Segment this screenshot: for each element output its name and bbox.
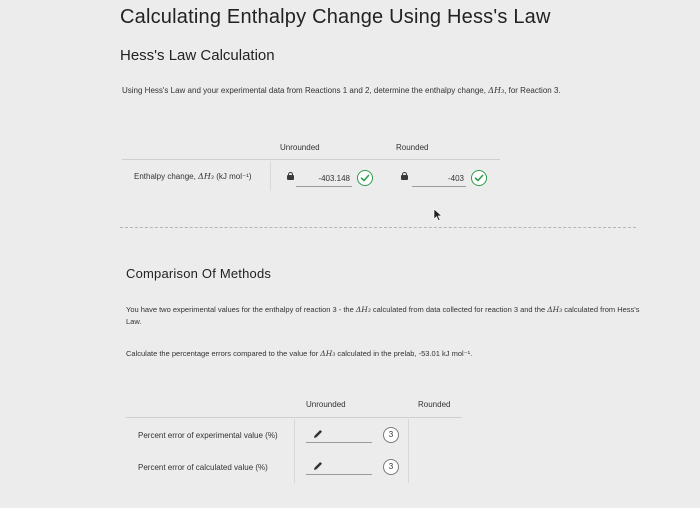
table1-row-label: Enthalpy change, ΔH₃ (kJ mol⁻¹)	[134, 172, 252, 181]
lock-icon	[401, 172, 408, 180]
significant-figures-badge: 3	[383, 459, 399, 475]
para1-math2: ΔH₃	[547, 305, 563, 314]
table2-top-border	[126, 417, 462, 418]
rounded-value: -403	[447, 174, 464, 183]
instruction-pre: Using Hess's Law and your experimental d…	[122, 86, 489, 95]
unrounded-value: -403.148	[318, 174, 350, 183]
section-title: Hess's Law Calculation	[120, 47, 275, 64]
pencil-icon[interactable]	[312, 428, 324, 440]
table1-col-divider	[270, 161, 271, 191]
experimental-error-input[interactable]	[306, 442, 372, 443]
section-divider	[120, 227, 636, 228]
para2-math: ΔH₃	[320, 349, 336, 358]
comparison-paragraph-1: You have two experimental values for the…	[126, 304, 646, 328]
comparison-title: Comparison Of Methods	[126, 266, 272, 281]
table2-col-divider	[408, 419, 409, 483]
comparison-paragraph-2: Calculate the percentage errors compared…	[126, 348, 646, 360]
check-icon	[357, 170, 373, 186]
table1-top-border	[122, 159, 500, 160]
lock-icon	[287, 172, 294, 180]
table2-header-unrounded: Unrounded	[306, 400, 346, 409]
row-label-unit: (kJ mol⁻¹)	[214, 172, 252, 181]
para1-mid: calculated from data collected for react…	[370, 305, 548, 314]
mouse-cursor-icon	[433, 208, 443, 221]
unrounded-field-underline	[296, 186, 352, 187]
rounded-field-underline	[412, 186, 466, 187]
para1-math1: ΔH₃	[355, 305, 371, 314]
significant-figures-badge: 3	[383, 427, 399, 443]
table2-row-label: Percent error of calculated value (%)	[138, 463, 268, 472]
para1-pre: You have two experimental values for the…	[126, 305, 356, 314]
calculated-error-input[interactable]	[306, 474, 372, 475]
table2-header-rounded: Rounded	[418, 400, 451, 409]
instruction-math: ΔH₃	[488, 86, 505, 95]
instruction-text: Using Hess's Law and your experimental d…	[122, 86, 561, 95]
pencil-icon[interactable]	[312, 460, 324, 472]
row-label-math: ΔH₃	[198, 172, 215, 181]
table2-col-divider	[294, 419, 295, 483]
check-icon	[471, 170, 487, 186]
row-label-pre: Enthalpy change,	[134, 172, 199, 181]
para2-pre: Calculate the percentage errors compared…	[126, 349, 321, 358]
table1-header-unrounded: Unrounded	[280, 143, 320, 152]
table1-header-rounded: Rounded	[396, 143, 429, 152]
table2-row-label: Percent error of experimental value (%)	[138, 431, 278, 440]
para2-post: calculated in the prelab, -53.01 kJ mol⁻…	[335, 349, 473, 358]
instruction-post: , for Reaction 3.	[504, 86, 561, 95]
page-title: Calculating Enthalpy Change Using Hess's…	[120, 6, 551, 28]
